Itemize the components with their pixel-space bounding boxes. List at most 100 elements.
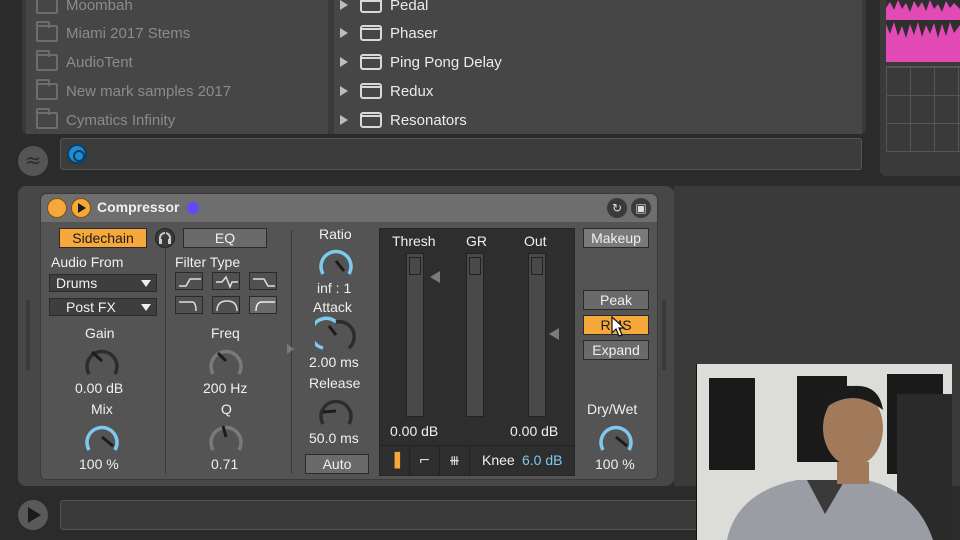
filter-type-label: Filter Type (175, 254, 241, 270)
q-label: Q (221, 401, 232, 417)
list-item[interactable]: Pedal (340, 0, 428, 19)
expand-button[interactable]: Expand (583, 340, 649, 360)
hotswap-icon[interactable] (67, 144, 87, 164)
knee-value[interactable]: 6.0 dB (522, 452, 562, 468)
q-value: 0.71 (211, 456, 239, 472)
drywet-value: 100 % (595, 456, 635, 472)
folder-icon (36, 49, 58, 71)
list-item-label: Cymatics Infinity (66, 111, 176, 129)
places-list: Moombah Miami 2017 Stems AudioTent New m… (26, 0, 328, 134)
mode-strip: ▐ ⌐ ⧻ Knee 6.0 dB (380, 445, 574, 476)
save-preset-icon[interactable]: ▣ (631, 198, 651, 218)
expand-arrow-icon[interactable] (340, 86, 348, 96)
list-item-label: Miami 2017 Stems (66, 24, 191, 42)
attack-value: 2.00 ms (309, 354, 359, 370)
highshelf-filter-icon[interactable] (249, 296, 277, 314)
clip-grid (886, 66, 960, 152)
device-icon (360, 83, 382, 99)
gain-label: Gain (85, 325, 115, 341)
ratio-value: inf : 1 (317, 280, 352, 296)
status-bar (60, 500, 710, 530)
device-indicator (187, 202, 199, 214)
gain-value: 0.00 dB (75, 380, 124, 396)
mouse-cursor-icon (611, 316, 626, 337)
transfer-curve-icon[interactable]: ⌐ (410, 446, 440, 476)
activity-view-icon[interactable]: ⧻ (440, 446, 470, 476)
device-icon (360, 112, 382, 128)
eq-button[interactable]: EQ (183, 228, 267, 248)
thresh-label: Thresh (392, 233, 436, 249)
attack-knob[interactable] (315, 316, 357, 358)
thresh-meter[interactable] (406, 253, 424, 417)
drywet-knob[interactable] (595, 418, 637, 460)
release-knob[interactable] (315, 392, 357, 434)
waveform-graphic (886, 0, 960, 62)
device-icon (360, 54, 382, 70)
folder-icon (36, 0, 58, 14)
list-item-label: Moombah (66, 0, 133, 14)
clip-view (880, 0, 960, 176)
expand-sidechain-icon[interactable] (287, 344, 294, 354)
list-item-label: AudioTent (66, 53, 133, 71)
bandpass-filter-icon[interactable] (212, 272, 240, 290)
list-item-label: Phaser (390, 24, 438, 42)
auto-release-button[interactable]: Auto (305, 454, 369, 474)
out-label: Out (524, 233, 547, 249)
thresh-marker-icon[interactable] (430, 271, 440, 283)
output-marker-icon[interactable] (549, 328, 559, 340)
list-item[interactable]: Phaser (340, 19, 438, 47)
device-title-bar[interactable]: Compressor ↻ ▣ (41, 194, 657, 222)
list-item[interactable]: Moombah (36, 0, 133, 19)
list-item-label: Redux (390, 82, 434, 100)
device-icon (360, 25, 382, 41)
mix-label: Mix (91, 401, 113, 417)
device-title: Compressor (97, 199, 180, 215)
mix-knob[interactable] (81, 418, 123, 460)
list-item[interactable]: Redux (340, 77, 433, 105)
chain-scroll-handle[interactable] (662, 300, 666, 370)
post-fx-select[interactable]: Post FX (49, 298, 157, 316)
wave-icon[interactable]: ≈ (18, 146, 48, 176)
folder-icon (36, 78, 58, 100)
device-on-button[interactable] (47, 198, 67, 218)
q-knob[interactable] (205, 418, 247, 460)
list-item[interactable]: Ping Pong Delay (340, 48, 502, 76)
sidechain-button[interactable]: Sidechain (59, 228, 147, 248)
list-item-label: Pedal (390, 0, 429, 14)
chain-scroll-handle[interactable] (26, 300, 30, 370)
list-item[interactable]: AudioTent (36, 48, 133, 76)
out-meter[interactable] (528, 253, 546, 417)
expand-arrow-icon[interactable] (340, 0, 348, 10)
peak-button[interactable]: Peak (583, 290, 649, 310)
hot-swap-icon[interactable]: ↻ (607, 198, 627, 218)
freq-value: 200 Hz (203, 380, 248, 396)
expand-arrow-icon[interactable] (340, 57, 348, 67)
list-item[interactable]: Cymatics Infinity (36, 106, 175, 134)
list-item[interactable]: New mark samples 2017 (36, 77, 231, 105)
freq-knob[interactable] (205, 342, 247, 384)
fold-icon[interactable] (71, 198, 91, 218)
expand-arrow-icon[interactable] (340, 28, 348, 38)
ratio-knob[interactable] (315, 242, 357, 284)
drywet-label: Dry/Wet (587, 401, 638, 417)
highpass-filter-icon[interactable] (175, 272, 203, 290)
lowshelf-filter-icon[interactable] (175, 296, 203, 314)
compressor-device: Compressor ↻ ▣ Sidechain EQ Audio From D… (40, 193, 658, 480)
ratio-label: Ratio (319, 226, 352, 242)
play-icon[interactable] (18, 500, 48, 530)
list-item[interactable]: Miami 2017 Stems (36, 19, 190, 47)
bell-filter-icon[interactable] (212, 296, 240, 314)
makeup-button[interactable]: Makeup (583, 228, 649, 248)
knee-label: Knee (482, 452, 515, 468)
mix-value: 100 % (79, 456, 119, 472)
gain-knob[interactable] (81, 342, 123, 384)
divider (165, 230, 166, 474)
list-item[interactable]: Resonators (340, 106, 467, 134)
collapsed-view-icon[interactable]: ▐ (380, 446, 410, 476)
audio-from-select[interactable]: Drums (49, 274, 157, 292)
lowpass-filter-icon[interactable] (249, 272, 277, 290)
release-label: Release (309, 375, 361, 391)
expand-arrow-icon[interactable] (340, 115, 348, 125)
audio-from-label: Audio From (51, 254, 124, 270)
device-icon (360, 0, 382, 13)
